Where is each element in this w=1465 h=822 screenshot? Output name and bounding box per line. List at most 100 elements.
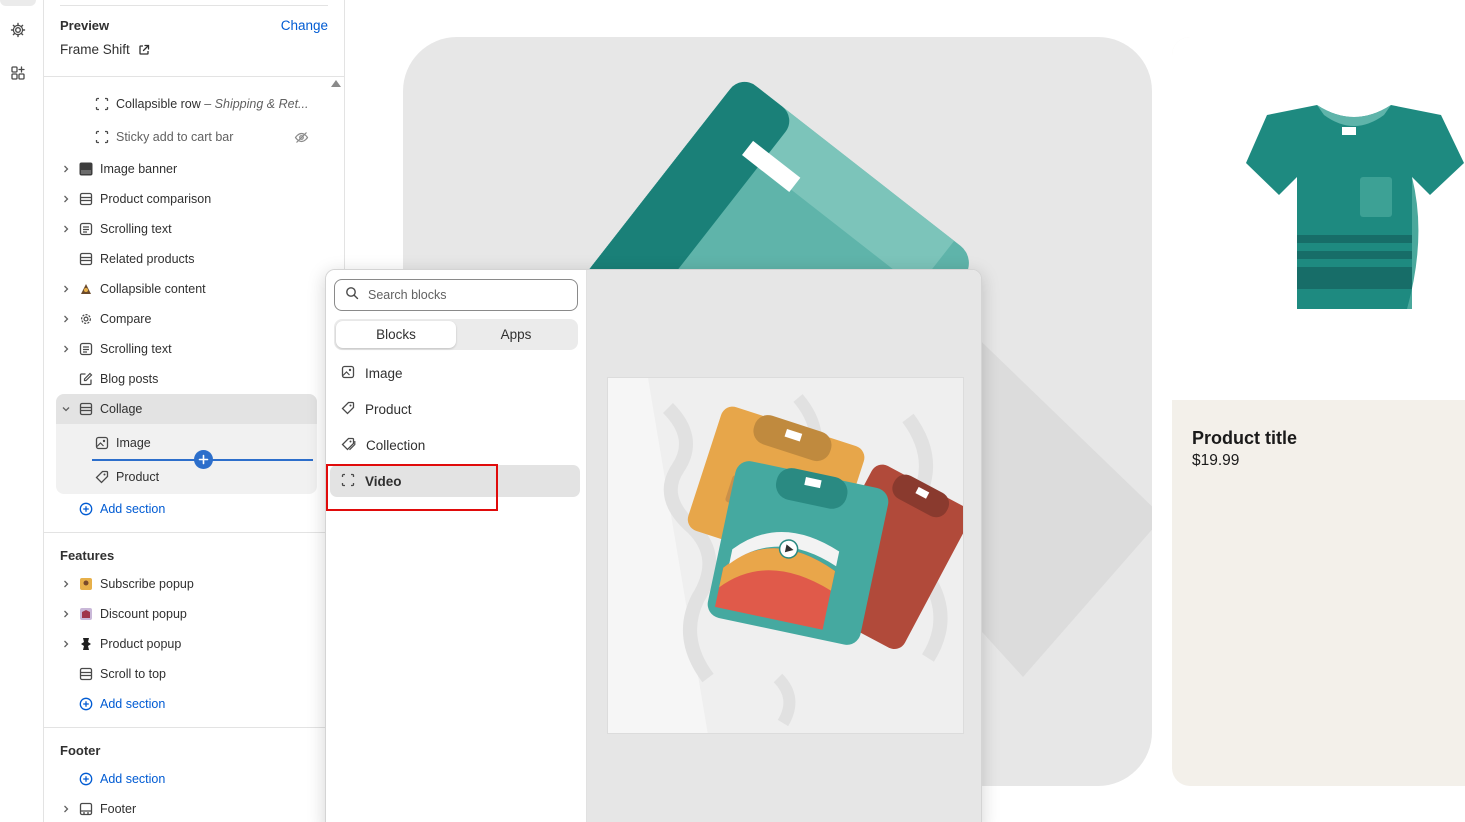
row-label: Discount popup: [100, 607, 187, 621]
add-section-label: Add section: [100, 697, 166, 711]
block-option-image[interactable]: Image: [330, 357, 580, 389]
video-block-preview-image: [607, 377, 964, 734]
block-row-collapsible-row[interactable]: Collapsible row – Shipping & Ret...: [44, 89, 344, 119]
search-blocks-input[interactable]: [368, 288, 558, 302]
blocks-apps-tabs: Blocks Apps: [334, 319, 578, 350]
tag-icon: [94, 469, 110, 485]
eye-hidden-icon[interactable]: [293, 129, 309, 145]
chevron-right-icon[interactable]: [61, 314, 71, 324]
section-row-collage[interactable]: Collage: [44, 394, 344, 424]
divider: [44, 76, 344, 77]
gear-icon: [78, 311, 94, 327]
sections-sidebar: Preview Change Frame Shift Collapsible r…: [44, 0, 345, 822]
image-icon: [94, 435, 110, 451]
section-row-product-popup[interactable]: Product popup: [44, 629, 344, 659]
product-title[interactable]: Product title: [1192, 428, 1297, 449]
add-section-button[interactable]: Add section: [44, 494, 344, 524]
tab-blocks[interactable]: Blocks: [336, 321, 456, 348]
blog-edit-icon: [78, 371, 94, 387]
footer-layout-icon: [78, 801, 94, 817]
chevron-right-icon[interactable]: [61, 164, 71, 174]
text-block-icon: [78, 221, 94, 237]
tab-apps[interactable]: Apps: [456, 321, 576, 348]
image-icon: [341, 365, 355, 382]
scroll-up-arrow[interactable]: [331, 80, 341, 87]
block-option-product[interactable]: Product: [330, 393, 580, 425]
row-label: Subscribe popup: [100, 577, 194, 591]
add-section-label: Add section: [100, 772, 166, 786]
chevron-right-icon[interactable]: [61, 639, 71, 649]
features-group-title: Features: [60, 548, 115, 563]
section-layout-icon: [78, 251, 94, 267]
chevron-right-icon[interactable]: [61, 344, 71, 354]
icon-rail: [0, 0, 44, 822]
block-list-panel: Blocks Apps Image Product Collection Vid…: [326, 270, 586, 822]
row-label: Image banner: [100, 162, 178, 176]
row-label: Collage: [100, 402, 143, 416]
external-link-icon: [139, 44, 149, 55]
block-option-label: Product: [365, 401, 412, 417]
search-blocks-field[interactable]: [334, 279, 578, 311]
divider: [60, 5, 328, 6]
product-card[interactable]: Product title $19.99: [1172, 37, 1465, 786]
block-option-label: Collection: [366, 437, 426, 453]
block-option-collection[interactable]: Collection: [330, 429, 580, 461]
section-row-blog-posts[interactable]: Blog posts: [44, 364, 344, 394]
row-label: Collapsible row: [116, 97, 201, 111]
product-image-area: [1172, 37, 1465, 400]
search-icon: [345, 286, 359, 305]
row-label: Product: [116, 470, 160, 484]
app-thumbnail-icon: [78, 636, 94, 652]
change-preview-link[interactable]: Change: [281, 18, 328, 33]
chevron-right-icon[interactable]: [61, 224, 71, 234]
divider: [44, 727, 344, 728]
chevron-right-icon[interactable]: [61, 579, 71, 589]
block-preview-panel: [586, 270, 981, 822]
row-label: Compare: [100, 312, 152, 326]
add-section-button[interactable]: Add section: [44, 689, 344, 719]
row-label: Scroll to top: [100, 667, 167, 681]
section-layout-icon: [78, 401, 94, 417]
row-label: Sticky add to cart bar: [116, 130, 234, 144]
chevron-right-icon[interactable]: [61, 284, 71, 294]
chevron-right-icon[interactable]: [61, 609, 71, 619]
apps-icon[interactable]: [8, 63, 28, 83]
red-highlight-annotation: [326, 464, 498, 511]
section-row-footer[interactable]: Footer: [44, 794, 344, 822]
row-label: Footer: [100, 802, 137, 816]
row-label: Product comparison: [100, 192, 212, 206]
add-section-button[interactable]: Add section: [44, 764, 344, 794]
section-row-image-banner[interactable]: Image banner: [44, 154, 344, 184]
preview-theme-link[interactable]: Frame Shift: [60, 42, 150, 57]
rail-active-tab: [0, 0, 36, 6]
section-row-product-comparison[interactable]: Product comparison: [44, 184, 344, 214]
gear-icon[interactable]: [8, 20, 28, 40]
image-banner-thumb-icon: [78, 161, 94, 177]
section-layout-icon: [78, 191, 94, 207]
section-row-discount-popup[interactable]: Discount popup: [44, 599, 344, 629]
product-price: $19.99: [1192, 452, 1240, 469]
section-row-scrolling-text[interactable]: Scrolling text: [44, 334, 344, 364]
app-thumbnail-icon: [78, 281, 94, 297]
section-row-related-products[interactable]: Related products: [44, 244, 344, 274]
section-row-scrolling-text[interactable]: Scrolling text: [44, 214, 344, 244]
row-label: Scrolling text: [100, 222, 172, 236]
row-label: Scrolling text: [100, 342, 172, 356]
preview-heading: Preview: [60, 18, 110, 33]
text-block-icon: [78, 341, 94, 357]
section-row-collapsible-content[interactable]: Collapsible content: [44, 274, 344, 304]
plus-circle-icon: [78, 771, 94, 787]
block-option-label: Image: [365, 365, 403, 381]
section-row-scroll-to-top[interactable]: Scroll to top: [44, 659, 344, 689]
block-row-product[interactable]: Product: [44, 462, 344, 492]
chevron-right-icon[interactable]: [61, 804, 71, 814]
block-row-sticky-add-to-cart[interactable]: Sticky add to cart bar: [44, 122, 344, 152]
row-label: Product popup: [100, 637, 182, 651]
section-row-subscribe-popup[interactable]: Subscribe popup: [44, 569, 344, 599]
chevron-right-icon[interactable]: [61, 194, 71, 204]
section-row-compare[interactable]: Compare: [44, 304, 344, 334]
chevron-down-icon[interactable]: [61, 404, 71, 414]
app-thumbnail-icon: [78, 576, 94, 592]
plus-circle-icon: [78, 501, 94, 517]
add-block-popover: Blocks Apps Image Product Collection Vid…: [325, 269, 982, 822]
